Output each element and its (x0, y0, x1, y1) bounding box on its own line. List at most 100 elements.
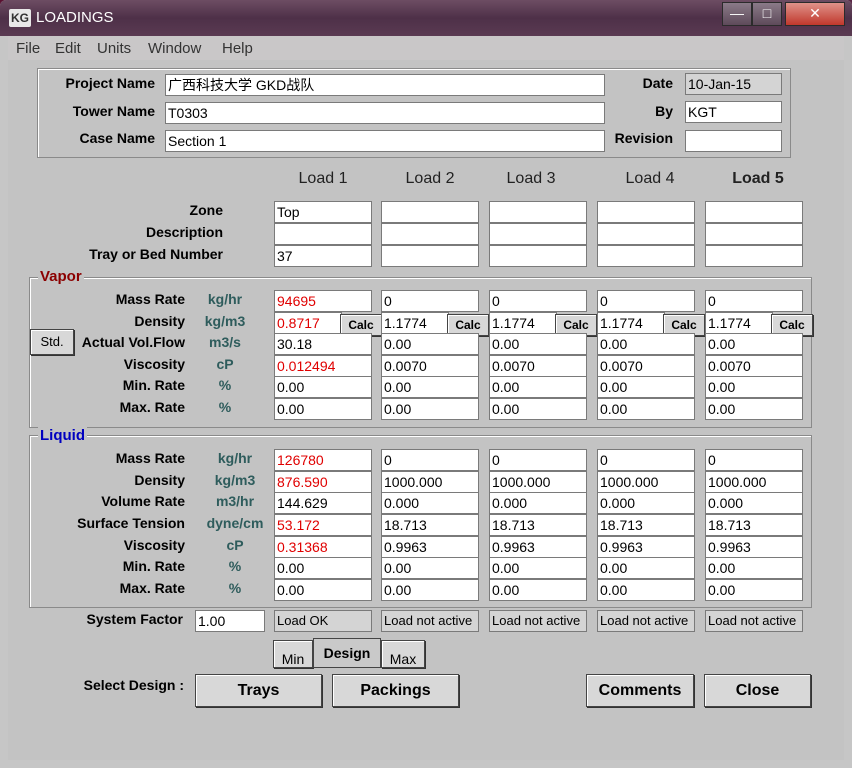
minimize-button[interactable]: — (722, 2, 752, 26)
description-field-load-1[interactable] (274, 223, 372, 245)
liquid-value-field[interactable]: 0.000 (381, 492, 479, 514)
vapor-value-field[interactable]: 0.0070 (597, 355, 695, 377)
liquid-value-field[interactable]: 126780 (274, 449, 372, 471)
liquid-value-field[interactable]: 0.9963 (489, 536, 587, 558)
tab-max[interactable]: Max (381, 640, 425, 668)
title-bar[interactable]: KG LOADINGS — □ ✕ (0, 0, 852, 36)
packings-button[interactable]: Packings (332, 674, 459, 707)
vapor-value-field[interactable]: 0.00 (705, 376, 803, 398)
liquid-value-field[interactable]: 0.00 (381, 579, 479, 601)
vapor-value-field[interactable]: 0.00 (597, 333, 695, 355)
description-field-load-5[interactable] (705, 223, 803, 245)
liquid-value-field[interactable]: 1000.000 (489, 471, 587, 493)
liquid-value-field[interactable]: 18.713 (705, 514, 803, 536)
liquid-value-field[interactable]: 0.9963 (597, 536, 695, 558)
zone-field-load-1[interactable]: Top (274, 201, 372, 223)
menu-file[interactable]: File (16, 40, 40, 57)
vapor-value-field[interactable]: 0.00 (381, 376, 479, 398)
liquid-value-field[interactable]: 1000.000 (597, 471, 695, 493)
system-factor-field[interactable]: 1.00 (195, 610, 265, 632)
maximize-button[interactable]: □ (752, 2, 782, 26)
liquid-value-field[interactable]: 0 (381, 449, 479, 471)
zone-field-load-3[interactable] (489, 201, 587, 223)
vapor-value-field[interactable]: 0.00 (597, 398, 695, 420)
vapor-value-field[interactable]: 0.00 (274, 398, 372, 420)
vapor-value-field[interactable]: 0.0070 (705, 355, 803, 377)
liquid-value-field[interactable]: 0.000 (489, 492, 587, 514)
vapor-value-field[interactable]: 0.00 (705, 333, 803, 355)
menu-window[interactable]: Window (148, 40, 201, 57)
vapor-value-field[interactable]: 0.00 (705, 398, 803, 420)
vapor-value-field[interactable]: 0.00 (489, 376, 587, 398)
description-field-load-2[interactable] (381, 223, 479, 245)
liquid-value-field[interactable]: 0.00 (274, 557, 372, 579)
liquid-value-field[interactable]: 0.000 (705, 492, 803, 514)
comments-button[interactable]: Comments (586, 674, 694, 707)
zone-field-load-4[interactable] (597, 201, 695, 223)
vapor-value-field[interactable]: 0.012494 (274, 355, 372, 377)
vapor-value-field[interactable]: 0.00 (274, 376, 372, 398)
vapor-value-field[interactable]: 0.00 (381, 333, 479, 355)
close-button[interactable]: Close (704, 674, 811, 707)
trays-button[interactable]: Trays (195, 674, 322, 707)
description-field-load-3[interactable] (489, 223, 587, 245)
vapor-value-field[interactable]: 0.0070 (381, 355, 479, 377)
vapor-value-field[interactable]: 0 (705, 290, 803, 312)
zone-field-load-2[interactable] (381, 201, 479, 223)
vapor-value-field[interactable]: 94695 (274, 290, 372, 312)
liquid-value-field[interactable]: 0 (489, 449, 587, 471)
zone-field-load-5[interactable] (705, 201, 803, 223)
vapor-value-field[interactable]: 1.1774 (597, 312, 665, 334)
tab-design[interactable]: Design (313, 638, 381, 668)
tray-field-load-4[interactable] (597, 245, 695, 267)
vapor-value-field[interactable]: 0.0070 (489, 355, 587, 377)
revision-field[interactable] (685, 130, 782, 152)
liquid-value-field[interactable]: 0 (705, 449, 803, 471)
tray-field-load-1[interactable]: 37 (274, 245, 372, 267)
liquid-value-field[interactable]: 18.713 (489, 514, 587, 536)
liquid-value-field[interactable]: 0.00 (597, 557, 695, 579)
menu-help[interactable]: Help (222, 40, 253, 57)
menu-edit[interactable]: Edit (55, 40, 81, 57)
liquid-value-field[interactable]: 0.00 (489, 579, 587, 601)
vapor-value-field[interactable]: 1.1774 (705, 312, 773, 334)
project-name-field[interactable]: 广西科技大学 GKD战队 (165, 74, 605, 96)
tray-field-load-5[interactable] (705, 245, 803, 267)
by-field[interactable]: KGT (685, 101, 782, 123)
liquid-value-field[interactable]: 0.000 (597, 492, 695, 514)
liquid-value-field[interactable]: 18.713 (597, 514, 695, 536)
liquid-value-field[interactable]: 0.00 (705, 557, 803, 579)
liquid-value-field[interactable]: 876.590 (274, 471, 372, 493)
vapor-value-field[interactable]: 30.18 (274, 333, 372, 355)
liquid-value-field[interactable]: 1000.000 (705, 471, 803, 493)
liquid-value-field[interactable]: 0.9963 (705, 536, 803, 558)
vapor-value-field[interactable]: 1.1774 (381, 312, 449, 334)
liquid-value-field[interactable]: 0.9963 (381, 536, 479, 558)
liquid-value-field[interactable]: 53.172 (274, 514, 372, 536)
vapor-value-field[interactable]: 1.1774 (489, 312, 557, 334)
liquid-value-field[interactable]: 0.31368 (274, 536, 372, 558)
vapor-value-field[interactable]: 0.00 (489, 333, 587, 355)
case-name-field[interactable]: Section 1 (165, 130, 605, 152)
vapor-value-field[interactable]: 0.00 (597, 376, 695, 398)
liquid-value-field[interactable]: 18.713 (381, 514, 479, 536)
menu-units[interactable]: Units (97, 40, 131, 57)
liquid-value-field[interactable]: 0.00 (274, 579, 372, 601)
liquid-value-field[interactable]: 0.00 (597, 579, 695, 601)
liquid-value-field[interactable]: 0 (597, 449, 695, 471)
vapor-value-field[interactable]: 0 (489, 290, 587, 312)
tray-field-load-3[interactable] (489, 245, 587, 267)
description-field-load-4[interactable] (597, 223, 695, 245)
liquid-value-field[interactable]: 0.00 (705, 579, 803, 601)
vapor-value-field[interactable]: 0.00 (381, 398, 479, 420)
vapor-value-field[interactable]: 0 (597, 290, 695, 312)
vapor-value-field[interactable]: 0.8717 (274, 312, 342, 334)
vapor-value-field[interactable]: 0 (381, 290, 479, 312)
vapor-value-field[interactable]: 0.00 (489, 398, 587, 420)
tower-name-field[interactable]: T0303 (165, 102, 605, 124)
tab-min[interactable]: Min (273, 640, 313, 668)
liquid-value-field[interactable]: 144.629 (274, 492, 372, 514)
liquid-value-field[interactable]: 0.00 (381, 557, 479, 579)
close-window-button[interactable]: ✕ (785, 2, 845, 26)
tray-field-load-2[interactable] (381, 245, 479, 267)
